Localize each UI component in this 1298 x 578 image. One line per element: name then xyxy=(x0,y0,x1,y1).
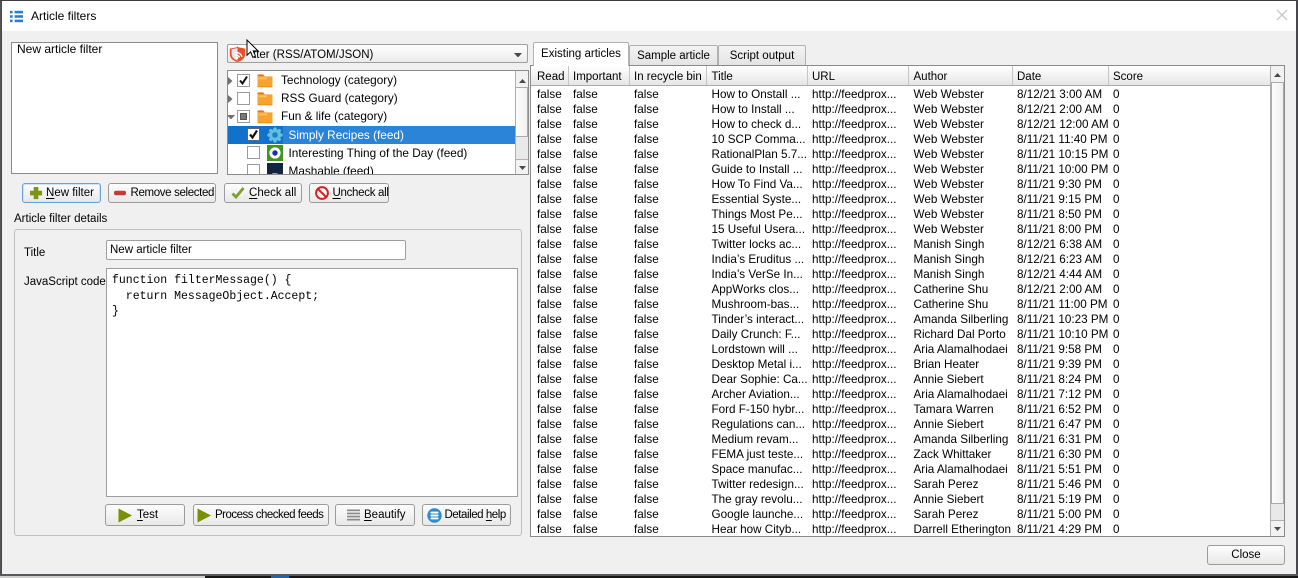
svg-text:m: m xyxy=(272,172,278,175)
